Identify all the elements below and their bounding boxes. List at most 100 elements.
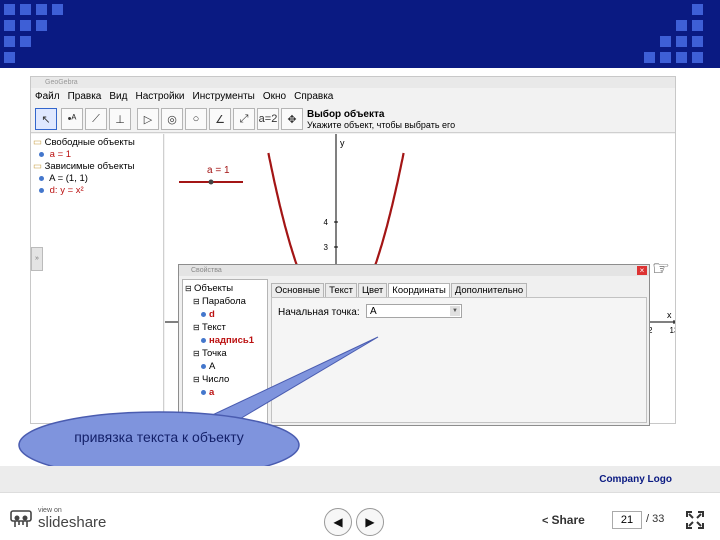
algebra-item-function-d[interactable]: d: y = x² <box>39 185 84 196</box>
circle-tool-button[interactable]: ◎ <box>161 108 183 130</box>
algebra-item-function-d-label: d: y = x² <box>49 185 84 196</box>
side-panel-toggle[interactable]: » <box>31 247 43 271</box>
tool-title: Выбор объекта <box>307 109 385 120</box>
dialog-title: Свойства <box>179 265 649 276</box>
header-square <box>20 20 31 31</box>
start-point-value: A <box>370 306 377 317</box>
circle-three-points-tool-button[interactable]: ○ <box>185 108 207 130</box>
cursor-icon: ↖ <box>41 113 51 126</box>
algebra-item-a-label: a = 1 <box>49 149 72 160</box>
fullscreen-icon[interactable] <box>686 511 704 529</box>
menu-file[interactable]: Файл <box>35 90 60 103</box>
tool-info: Выбор объекта Укажите объект, чтобы выбр… <box>307 109 455 131</box>
tab-text[interactable]: Текст <box>325 283 357 297</box>
tree-item[interactable]: ⊟ Текст <box>193 322 226 333</box>
share-label: Share <box>551 513 585 527</box>
move-tool-button[interactable]: ↖ <box>35 108 57 130</box>
header-square <box>692 36 703 47</box>
slide-header <box>0 0 720 68</box>
tool-hint: Укажите объект, чтобы выбрать его <box>307 120 456 130</box>
polygon-tool-button[interactable]: ▷ <box>137 108 159 130</box>
header-square <box>660 52 671 63</box>
tree-item[interactable]: A <box>201 361 215 372</box>
tree-item[interactable]: ⊟ Объекты <box>185 283 233 294</box>
menu-bar: Файл Правка Вид Настройки Инструменты Ок… <box>31 90 333 103</box>
perpendicular-tool-button[interactable]: ⊥ <box>109 108 131 130</box>
tab-coordinates[interactable]: Координаты <box>388 283 450 297</box>
chevron-down-icon: ▼ <box>450 306 460 316</box>
circle-three-points-icon: ○ <box>192 113 200 125</box>
tree-item-label: Парабола <box>201 296 246 307</box>
slideshare-icon <box>10 510 32 527</box>
header-square <box>4 20 15 31</box>
previous-slide-button[interactable]: ◀ <box>324 508 352 536</box>
share-button[interactable]: < Share <box>542 513 585 527</box>
dependent-objects-group[interactable]: ▭ Зависимые объекты <box>33 161 134 172</box>
menu-tools[interactable]: Инструменты <box>193 90 255 103</box>
tree-item[interactable]: ⊟ Точка <box>193 348 227 359</box>
tree-item[interactable]: надпись1 <box>201 335 254 346</box>
header-square <box>4 36 15 47</box>
menu-edit[interactable]: Правка <box>68 90 102 103</box>
point-icon: •ᴬ <box>67 113 77 125</box>
x-axis-label: x <box>667 310 672 320</box>
y-axis-label: y <box>340 138 345 148</box>
menu-help[interactable]: Справка <box>294 90 333 103</box>
slideshare-logo[interactable]: view on slideshare <box>10 507 106 531</box>
slide: GeoGebra Файл Правка Вид Настройки Инстр… <box>0 0 720 540</box>
start-point-select[interactable]: A ▼ <box>366 304 462 318</box>
reflect-tool-button[interactable]: ⤢ <box>233 108 255 130</box>
visibility-dot-icon <box>39 151 44 157</box>
polygon-icon: ▷ <box>143 113 153 126</box>
close-icon[interactable]: × <box>637 266 647 275</box>
object-dot-icon <box>201 389 206 395</box>
expand-icon: ⊟ <box>193 323 202 332</box>
dialog-tabs: Основные Текст Цвет Координаты Дополните… <box>271 283 528 297</box>
toolbar: ↖ •ᴬ ⟋ ⊥ ▷ ◎ ○ ∠ ⤢ a=2 ✥ Выбор объекта У… <box>31 105 675 133</box>
tree-item-label: Точка <box>201 348 227 359</box>
move-view-icon: ✥ <box>287 113 297 126</box>
menu-window[interactable]: Окно <box>263 90 286 103</box>
x-tick-label: 13 <box>670 326 675 335</box>
header-square <box>4 4 15 15</box>
algebra-item-a[interactable]: a = 1 <box>39 149 71 160</box>
slider-icon: a=2 <box>258 113 278 125</box>
properties-dialog: Свойства × ⊟ Объекты ⊟ Парабола d ⊟ Текст на… <box>178 264 650 426</box>
tree-item-label: Объекты <box>193 283 234 294</box>
tab-color[interactable]: Цвет <box>358 283 388 297</box>
page-number-input[interactable]: 21 <box>612 511 642 529</box>
tab-basic[interactable]: Основные <box>271 283 325 297</box>
tab-advanced[interactable]: Дополнительно <box>450 283 528 297</box>
slider-knob <box>208 179 214 185</box>
folder-icon: ▭ <box>33 161 42 172</box>
menu-settings[interactable]: Настройки <box>135 90 184 103</box>
pointing-hand-icon: ☞ <box>652 258 670 280</box>
object-dot-icon <box>201 363 206 369</box>
slider-tool-button[interactable]: a=2 <box>257 108 279 130</box>
tree-item-label: d <box>209 309 215 320</box>
menu-view[interactable]: Вид <box>109 90 127 103</box>
algebra-item-point-a[interactable]: A = (1, 1) <box>39 173 88 184</box>
move-view-tool-button[interactable]: ✥ <box>281 108 303 130</box>
free-objects-group[interactable]: ▭ Свободные объекты <box>33 137 135 148</box>
expand-icon: ⊟ <box>193 297 202 306</box>
perpendicular-icon: ⊥ <box>115 113 125 126</box>
tree-item[interactable]: ⊟ Число <box>193 374 229 385</box>
chevron-left-icon: ◀ <box>333 515 343 529</box>
start-point-label: Начальная точка: <box>278 307 360 318</box>
angle-tool-button[interactable]: ∠ <box>209 108 231 130</box>
header-square <box>676 52 687 63</box>
visibility-dot-icon <box>39 175 44 181</box>
next-slide-button[interactable]: ▶ <box>356 508 384 536</box>
header-square <box>660 36 671 47</box>
tree-item[interactable]: ⊟ Парабола <box>193 296 246 307</box>
tree-item[interactable]: d <box>201 309 215 320</box>
algebra-item-point-a-label: A = (1, 1) <box>49 173 88 184</box>
tree-item-label: A <box>209 361 216 372</box>
point-tool-button[interactable]: •ᴬ <box>61 108 83 130</box>
line-tool-button[interactable]: ⟋ <box>85 108 107 130</box>
object-tree: ⊟ Объекты ⊟ Парабола d ⊟ Текст надпись1 ⊟ Точ… <box>182 279 268 425</box>
tree-item[interactable]: a <box>201 387 214 398</box>
dependent-objects-header: Зависимые объекты <box>44 161 135 172</box>
visibility-dot-icon <box>39 187 44 193</box>
